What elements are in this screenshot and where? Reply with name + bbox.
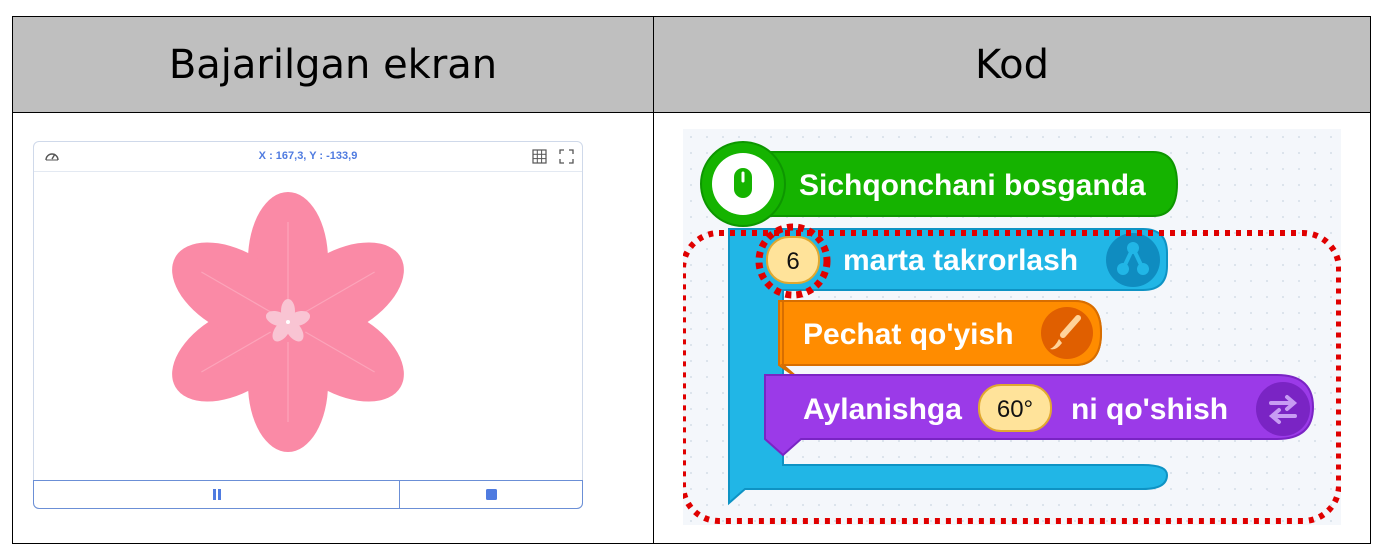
flower-sprite — [172, 192, 404, 452]
rotate-suffix-label: ni qo'shish — [1071, 393, 1228, 426]
header-executed-screen: Bajarilgan ekran — [168, 41, 498, 88]
stage-toolbar: X : 167,3, Y : -133,9 — [34, 142, 582, 172]
stop-button[interactable] — [400, 481, 582, 508]
header-code: Kod — [974, 41, 1050, 88]
grid-icon[interactable] — [532, 149, 547, 164]
stage-panel: X : 167,3, Y : -133,9 — [33, 141, 583, 509]
rotate-icon — [1256, 382, 1310, 436]
code-workspace: Sichqonchani bosganda 6 marta takrorlash… — [683, 129, 1341, 525]
repeat-block-label: marta takrorlash — [843, 244, 1078, 277]
fullscreen-icon[interactable] — [559, 149, 574, 164]
pause-icon — [212, 489, 221, 500]
rotate-angle-value[interactable]: 60° — [997, 396, 1033, 423]
event-block[interactable]: Sichqonchani bosganda — [700, 141, 1179, 227]
event-block-label: Sichqonchani bosganda — [799, 169, 1146, 202]
pause-button[interactable] — [34, 481, 400, 508]
brush-icon — [1041, 307, 1093, 359]
playback-controls — [33, 480, 583, 509]
repeat-count-value[interactable]: 6 — [786, 248, 799, 275]
repeat-icon — [1106, 233, 1160, 287]
stop-icon — [485, 489, 497, 500]
coordinate-readout: X : 167,3, Y : -133,9 — [258, 150, 358, 162]
stamp-block-label: Pechat qo'yish — [803, 318, 1014, 351]
mouse-icon — [734, 168, 752, 198]
table-header: Bajarilgan ekran Kod — [13, 17, 1370, 113]
column-divider — [653, 17, 654, 543]
rotate-prefix-label: Aylanishga — [803, 393, 962, 426]
